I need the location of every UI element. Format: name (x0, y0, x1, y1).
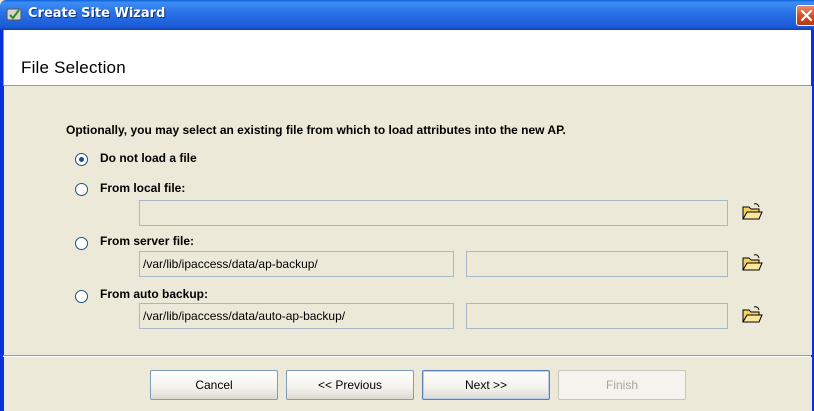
radio-server-file[interactable] (75, 237, 88, 250)
open-folder-icon (742, 254, 763, 271)
close-button[interactable] (796, 5, 814, 26)
local-file-browse-button[interactable] (741, 201, 763, 223)
server-file-name-field[interactable] (466, 251, 728, 277)
close-icon (800, 9, 813, 22)
open-folder-icon (742, 203, 763, 220)
server-file-browse-button[interactable] (741, 252, 763, 274)
previous-button[interactable]: << Previous (286, 370, 414, 400)
auto-backup-browse-button[interactable] (741, 304, 763, 326)
radio-auto-backup[interactable] (75, 290, 88, 303)
radio-local-file[interactable] (75, 183, 88, 196)
radio-do-not-load[interactable] (75, 153, 88, 166)
cancel-button[interactable]: Cancel (150, 370, 278, 400)
server-file-path-field[interactable]: /var/lib/ipaccess/data/ap-backup/ (139, 251, 454, 277)
open-folder-icon (742, 306, 763, 323)
page-title: File Selection (21, 58, 126, 77)
window-title: Create Site Wizard (28, 6, 166, 21)
radio-server-file-label[interactable]: From server file: (100, 234, 194, 248)
app-icon (6, 6, 22, 22)
local-file-field[interactable] (139, 200, 728, 226)
intro-text: Optionally, you may select an existing f… (66, 123, 566, 137)
wizard-window: Create Site Wizard File Selection Option… (0, 0, 814, 411)
radio-do-not-load-label[interactable]: Do not load a file (100, 151, 197, 165)
radio-local-file-label[interactable]: From local file: (100, 181, 185, 195)
wizard-header: File Selection (3, 30, 811, 86)
auto-backup-name-field[interactable] (466, 303, 728, 329)
auto-backup-path-field[interactable]: /var/lib/ipaccess/data/auto-ap-backup/ (139, 303, 454, 329)
next-button[interactable]: Next >> (422, 370, 550, 400)
finish-button: Finish (558, 370, 686, 400)
radio-auto-backup-label[interactable]: From auto backup: (100, 287, 208, 301)
title-bar[interactable]: Create Site Wizard (0, 0, 814, 30)
